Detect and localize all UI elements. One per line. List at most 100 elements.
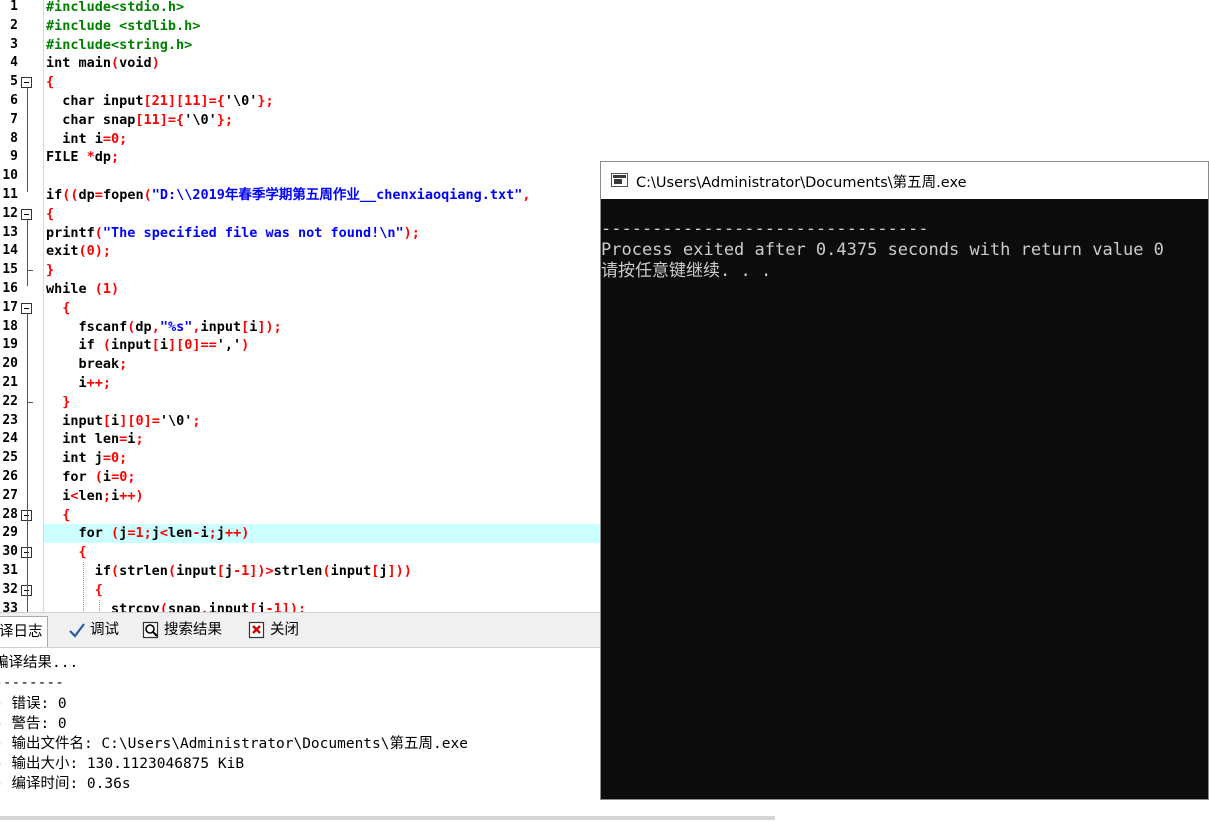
log-line: - 警告: 0 <box>0 716 67 732</box>
code-line[interactable]: if (input[i][0]==',') <box>46 336 250 355</box>
code-line[interactable]: { <box>46 73 54 92</box>
line-number: 11 <box>2 187 18 202</box>
line-number: 22 <box>2 393 18 409</box>
line-number: 3 <box>10 36 18 52</box>
fold-end <box>27 270 33 272</box>
horizontal-scrollbar[interactable] <box>0 816 775 820</box>
console-exit-line: Process exited after 0.4375 seconds with… <box>601 240 1164 260</box>
code-line[interactable]: printf("The specified file was not found… <box>46 224 420 243</box>
log-line: - 输出大小: 130.1123046875 KiB <box>0 756 245 772</box>
code-line[interactable]: FILE *dp; <box>46 148 119 167</box>
code-line[interactable]: i++; <box>46 374 112 393</box>
line-number: 18 <box>2 318 18 334</box>
code-line[interactable]: #include<stdio.h> <box>46 0 184 17</box>
tab-close[interactable]: 关闭 <box>244 617 303 643</box>
debug-check-icon <box>69 623 85 638</box>
code-line[interactable]: while (1) <box>46 280 119 299</box>
line-number: 5 <box>10 74 18 90</box>
console-title-bar[interactable]: C:\Users\Administrator\Documents\第五周.exe <box>601 162 1208 199</box>
line-number-gutter: 1 2 3 4 5 6 7 8 9 10 11 12 13 14 15 16 17 18 19 20 21 22 23 24 2… <box>0 0 44 612</box>
log-line: - 输出文件名: C:\Users\Administrator\Document… <box>0 736 468 752</box>
code-line[interactable]: fscanf(dp,"%s",input[i]); <box>46 318 282 337</box>
indent-guide <box>83 562 84 612</box>
code-line[interactable]: { <box>46 205 54 224</box>
code-editor[interactable]: 1 2 3 4 5 6 7 8 9 10 11 12 13 14 15 16 17 18 19 20 21 22 23 24 2… <box>0 0 600 612</box>
line-number: 29 <box>2 525 18 541</box>
code-line[interactable]: break; <box>46 355 128 374</box>
tab-compile-log-label: 译日志 <box>0 624 43 640</box>
code-line[interactable]: int i=0; <box>46 130 127 149</box>
line-number: 32 <box>2 581 18 597</box>
log-line: - 错误: 0 <box>0 696 67 712</box>
code-line[interactable]: i<len;i++) <box>46 487 143 506</box>
code-line[interactable]: int main(void) <box>46 54 160 73</box>
line-number: 28 <box>2 506 18 522</box>
line-number: 15 <box>2 262 18 278</box>
indent-guide <box>99 599 100 612</box>
console-prompt: 请按任意键继续. . . <box>601 261 772 281</box>
console-app-icon <box>611 173 628 187</box>
line-number: 19 <box>2 337 18 353</box>
line-number: 33 <box>2 600 18 612</box>
fold-guide <box>27 219 28 286</box>
line-number: 26 <box>2 469 18 484</box>
line-number: 6 <box>10 93 18 108</box>
code-line[interactable]: #include<string.h> <box>46 36 192 55</box>
line-number: 17 <box>2 299 18 315</box>
line-number: 4 <box>10 55 18 71</box>
console-window[interactable]: C:\Users\Administrator\Documents\第五周.exe… <box>600 161 1209 800</box>
tab-compile-log[interactable]: 译日志 <box>0 616 48 647</box>
code-line[interactable]: { <box>46 581 103 600</box>
tab-search-results-label: 搜索结果 <box>164 622 222 638</box>
line-number: 2 <box>10 17 18 33</box>
code-line[interactable]: exit(0); <box>46 242 111 261</box>
fold-guide <box>27 88 28 192</box>
code-line[interactable]: int len=i; <box>46 430 143 449</box>
code-line[interactable]: input[i][0]='\0'; <box>46 412 200 431</box>
code-line[interactable]: { <box>46 299 70 318</box>
code-line[interactable]: strcpy(snap,input[j-1]); <box>46 600 306 612</box>
close-panel-icon <box>248 621 265 639</box>
line-number: 9 <box>10 149 18 165</box>
code-line[interactable]: if((dp=fopen("D:\\2019年春季学期第五周作业__chenxi… <box>46 186 531 205</box>
line-number: 21 <box>2 375 18 390</box>
code-line[interactable]: char snap[11]={'\0'}; <box>46 111 233 130</box>
line-number: 10 <box>2 168 18 184</box>
fold-toggle-icon[interactable] <box>21 302 32 314</box>
line-number: 7 <box>10 111 18 127</box>
line-number: 13 <box>2 224 18 240</box>
fold-toggle-icon[interactable] <box>21 208 32 220</box>
line-number: 14 <box>2 243 18 259</box>
code-line[interactable]: if(strlen(input[j-1])>strlen(input[j])) <box>46 562 412 581</box>
code-line[interactable]: { <box>46 543 87 562</box>
search-results-icon <box>142 621 159 639</box>
line-number: 30 <box>2 544 18 560</box>
code-line[interactable]: } <box>46 261 54 280</box>
console-title: C:\Users\Administrator\Documents\第五周.exe <box>636 175 967 191</box>
tab-debug-label: 调试 <box>90 622 119 638</box>
line-number: 20 <box>2 356 18 372</box>
code-line[interactable]: for (j=1;j<len-i;j++) <box>46 524 250 543</box>
compile-log-panel: 编译结果... -------- - 错误: 0 - 警告: 0 - 输出文件名… <box>0 648 600 822</box>
tab-debug[interactable]: 调试 <box>64 617 123 643</box>
bottom-panel-tabs: 译日志 调试 搜索结果 关闭 <box>0 612 600 648</box>
log-line: - 编译时间: 0.36s <box>0 776 131 792</box>
fold-end <box>27 401 33 403</box>
tab-search-results[interactable]: 搜索结果 <box>138 617 226 643</box>
line-number: 8 <box>10 130 18 146</box>
code-line[interactable]: #include <stdlib.h> <box>46 17 200 36</box>
line-number: 27 <box>2 487 18 503</box>
code-line[interactable]: char input[21][11]={'\0'}; <box>46 92 273 111</box>
line-number: 12 <box>2 205 18 221</box>
code-line[interactable]: { <box>46 506 70 525</box>
line-number: 1 <box>10 0 18 14</box>
fold-toggle-icon[interactable] <box>21 77 32 89</box>
code-area[interactable]: #include<stdio.h> #include <stdlib.h> #inc… <box>46 0 600 612</box>
line-number: 23 <box>2 412 18 428</box>
code-line[interactable]: } <box>46 393 70 412</box>
line-number: 24 <box>2 431 18 447</box>
fold-guide <box>27 417 28 521</box>
line-number: 25 <box>2 450 18 466</box>
code-line[interactable]: int j=0; <box>46 449 127 468</box>
code-line[interactable]: for (i=0; <box>46 468 135 487</box>
